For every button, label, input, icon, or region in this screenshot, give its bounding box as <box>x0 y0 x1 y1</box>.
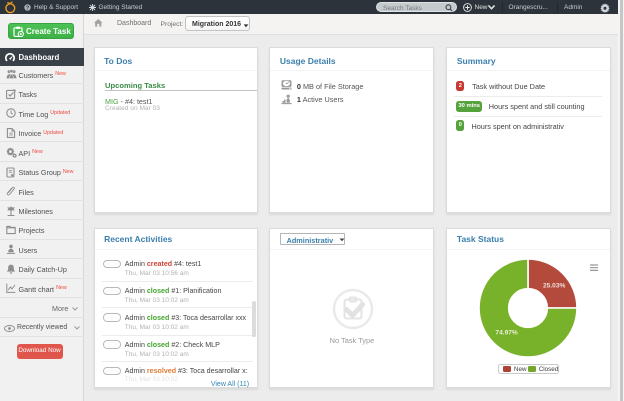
svg-text:74.97%: 74.97% <box>495 330 518 337</box>
svg-text:25.03%: 25.03% <box>543 283 566 290</box>
svg-text:?: ? <box>25 5 28 11</box>
